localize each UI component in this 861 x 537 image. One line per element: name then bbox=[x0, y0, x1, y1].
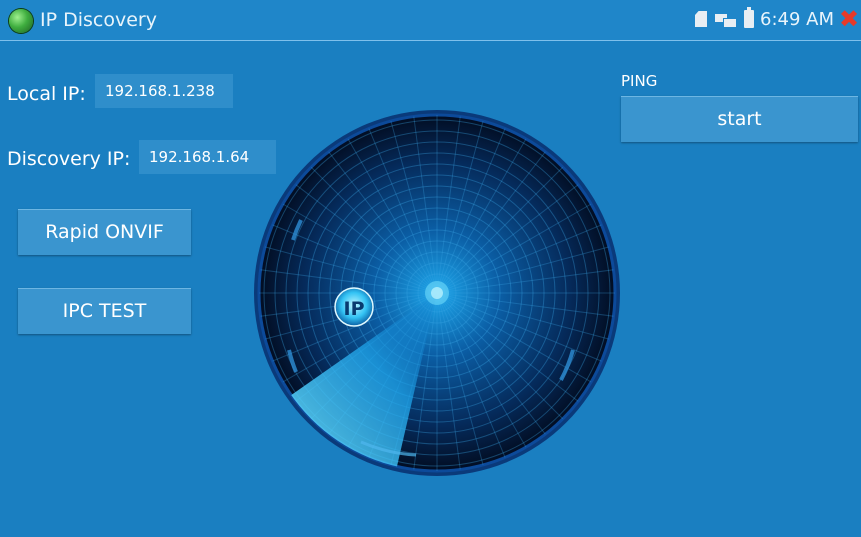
ping-label: PING bbox=[621, 72, 658, 90]
close-icon[interactable]: ✖ bbox=[839, 7, 859, 31]
ip-badge: IP bbox=[334, 287, 374, 327]
rapid-onvif-button[interactable]: Rapid ONVIF bbox=[18, 209, 191, 255]
clock: 6:49 AM bbox=[760, 9, 834, 30]
radar-display: IP bbox=[251, 110, 623, 480]
discovery-ip-label: Discovery IP: bbox=[7, 148, 131, 170]
ip-badge-label: IP bbox=[344, 298, 365, 320]
window-title: IP Discovery bbox=[40, 9, 157, 31]
local-ip-field[interactable]: 192.168.1.238 bbox=[95, 74, 233, 108]
network-icon bbox=[715, 12, 737, 28]
sd-card-icon bbox=[695, 11, 707, 27]
ipc-test-button[interactable]: IPC TEST bbox=[18, 288, 191, 334]
battery-icon bbox=[744, 7, 754, 28]
title-bar: IP Discovery 6:49 AM ✖ bbox=[0, 0, 861, 41]
ping-start-button[interactable]: start bbox=[621, 96, 858, 142]
app-globe-icon bbox=[9, 9, 33, 33]
radar-graphic: IP bbox=[254, 110, 620, 476]
local-ip-label: Local IP: bbox=[7, 83, 86, 105]
